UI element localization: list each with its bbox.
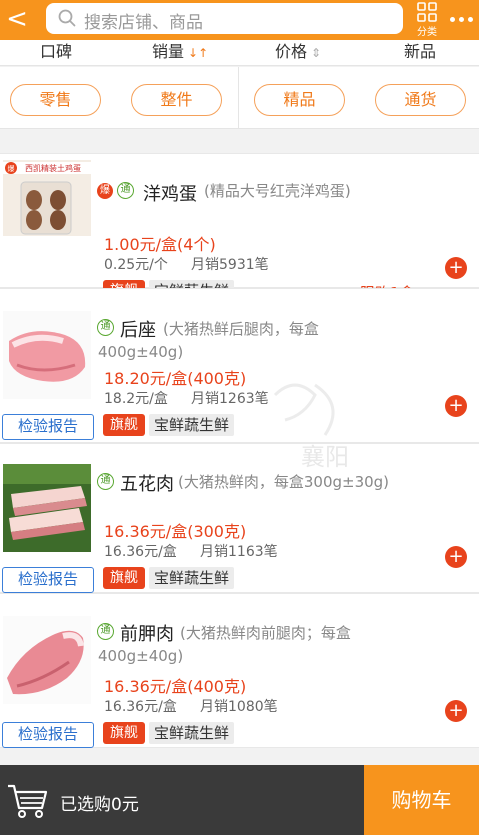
sort-label: 新品 <box>404 42 437 61</box>
back-arrow-icon[interactable]: < <box>4 4 30 34</box>
product-image-shoulder <box>3 616 91 704</box>
top-bar: < 搜索店铺、商品 分类 <box>0 0 479 40</box>
product-name: 洋鸡蛋 <box>143 184 197 205</box>
product-name: 五花肉 <box>120 474 174 495</box>
sort-label: 价格 <box>275 42 308 61</box>
shop-tag[interactable]: 宝鲜蔬生鲜 <box>149 414 235 436</box>
add-to-cart-button[interactable]: + <box>445 257 467 279</box>
sort-label: 口碑 <box>40 42 73 61</box>
filter-standard[interactable]: 通货 <box>375 84 466 116</box>
filter-premium[interactable]: 精品 <box>254 84 345 116</box>
product-card[interactable]: 检验报告 通 前胛肉 (大猪热鲜肉前腿肉；每盒400g±40g) 16.36元/… <box>0 593 479 748</box>
product-desc: (大猪热鲜后腿肉，每盒400g±40g) <box>98 320 319 361</box>
product-card[interactable]: 爆 西凯精装土鸡蛋 爆 通 洋鸡蛋 (精品大号红壳洋鸡蛋) 1.00元/盒(4个… <box>0 153 479 302</box>
bottom-bar: 已选购0元 购物车 <box>0 765 479 835</box>
add-to-cart-button[interactable]: + <box>445 395 467 417</box>
category-button[interactable]: 分类 <box>412 1 442 38</box>
filter-retail[interactable]: 零售 <box>10 84 101 116</box>
filter-bulk[interactable]: 整件 <box>131 84 222 116</box>
monthly-sales: 月销5931笔 <box>191 257 269 273</box>
shop-tag[interactable]: 宝鲜蔬生鲜 <box>149 567 235 589</box>
product-price: 16.36元/盒(300克) <box>104 522 247 541</box>
product-image-pork <box>3 311 91 399</box>
product-price: 18.20元/盒(400克) <box>104 369 247 388</box>
monthly-sales: 月销1263笔 <box>191 391 269 407</box>
search-input[interactable]: 搜索店铺、商品 <box>46 3 403 34</box>
product-desc: (精品大号红壳洋鸡蛋) <box>204 182 351 200</box>
monthly-sales: 月销1080笔 <box>200 699 278 715</box>
add-to-cart-button[interactable]: + <box>445 546 467 568</box>
sort-new[interactable]: 新品 <box>404 38 437 61</box>
thumb-brand-text: 西凯精装土鸡蛋 <box>25 163 81 173</box>
sort-rating[interactable]: 口碑 <box>40 38 73 61</box>
hot-badge: 爆 <box>97 183 113 199</box>
product-card[interactable]: 检验报告 通 后座 (大猪热鲜后腿肉，每盒400g±40g) 18.20元/盒(… <box>0 288 479 443</box>
tong-badge: 通 <box>97 473 114 490</box>
unit-price: 16.36元/盒 <box>104 544 177 560</box>
cart-icon[interactable] <box>6 782 50 820</box>
shop-tag[interactable]: 宝鲜蔬生鲜 <box>149 722 235 744</box>
sort-arrow-icon: ↓↑ <box>188 46 209 60</box>
product-price: 16.36元/盒(400克) <box>104 677 247 696</box>
grid-icon <box>417 2 437 22</box>
qc-report-button[interactable]: 检验报告 <box>2 414 94 440</box>
sort-arrow-icon: ⇕ <box>311 46 322 60</box>
category-label: 分类 <box>417 27 437 38</box>
sort-sales[interactable]: 销量 ↓↑ <box>152 38 209 61</box>
filter-divider <box>238 67 239 129</box>
product-desc: (大猪热鲜肉前腿肉；每盒400g±40g) <box>98 624 351 665</box>
monthly-sales: 月销1163笔 <box>200 544 278 560</box>
unit-price: 0.25元/个 <box>104 257 168 273</box>
selected-total: 已选购0元 <box>60 795 139 815</box>
cart-button[interactable]: 购物车 <box>364 765 479 835</box>
search-placeholder: 搜索店铺、商品 <box>84 13 203 33</box>
product-card[interactable]: 检验报告 通 五花肉 (大猪热鲜肉，每盒300g±30g) 16.36元/盒(3… <box>0 443 479 593</box>
flagship-tag: 旗舰 <box>103 567 145 589</box>
unit-price: 18.2元/盒 <box>104 391 168 407</box>
search-icon <box>58 9 76 27</box>
thumb-hot-badge: 爆 <box>8 164 15 173</box>
product-price: 1.00元/盒(4个) <box>104 235 216 254</box>
product-desc: (大猪热鲜肉，每盒300g±30g) <box>178 473 390 491</box>
sort-label: 销量 <box>152 42 185 61</box>
tong-badge: 通 <box>117 182 134 199</box>
filter-bar: 零售 整件 精品 通货 <box>0 67 479 129</box>
qc-report-button[interactable]: 检验报告 <box>2 722 94 748</box>
product-image-eggs: 爆 西凯精装土鸡蛋 <box>3 160 91 248</box>
qc-report-button[interactable]: 检验报告 <box>2 567 94 593</box>
sort-bar: 口碑 销量 ↓↑ 价格 ⇕ 新品 <box>0 40 479 66</box>
flagship-tag: 旗舰 <box>103 722 145 744</box>
flagship-tag: 旗舰 <box>103 414 145 436</box>
sort-price[interactable]: 价格 ⇕ <box>275 38 322 61</box>
add-to-cart-button[interactable]: + <box>445 700 467 722</box>
unit-price: 16.36元/盒 <box>104 699 177 715</box>
more-dots-icon[interactable] <box>446 4 476 32</box>
product-image-pork-belly <box>3 464 91 552</box>
